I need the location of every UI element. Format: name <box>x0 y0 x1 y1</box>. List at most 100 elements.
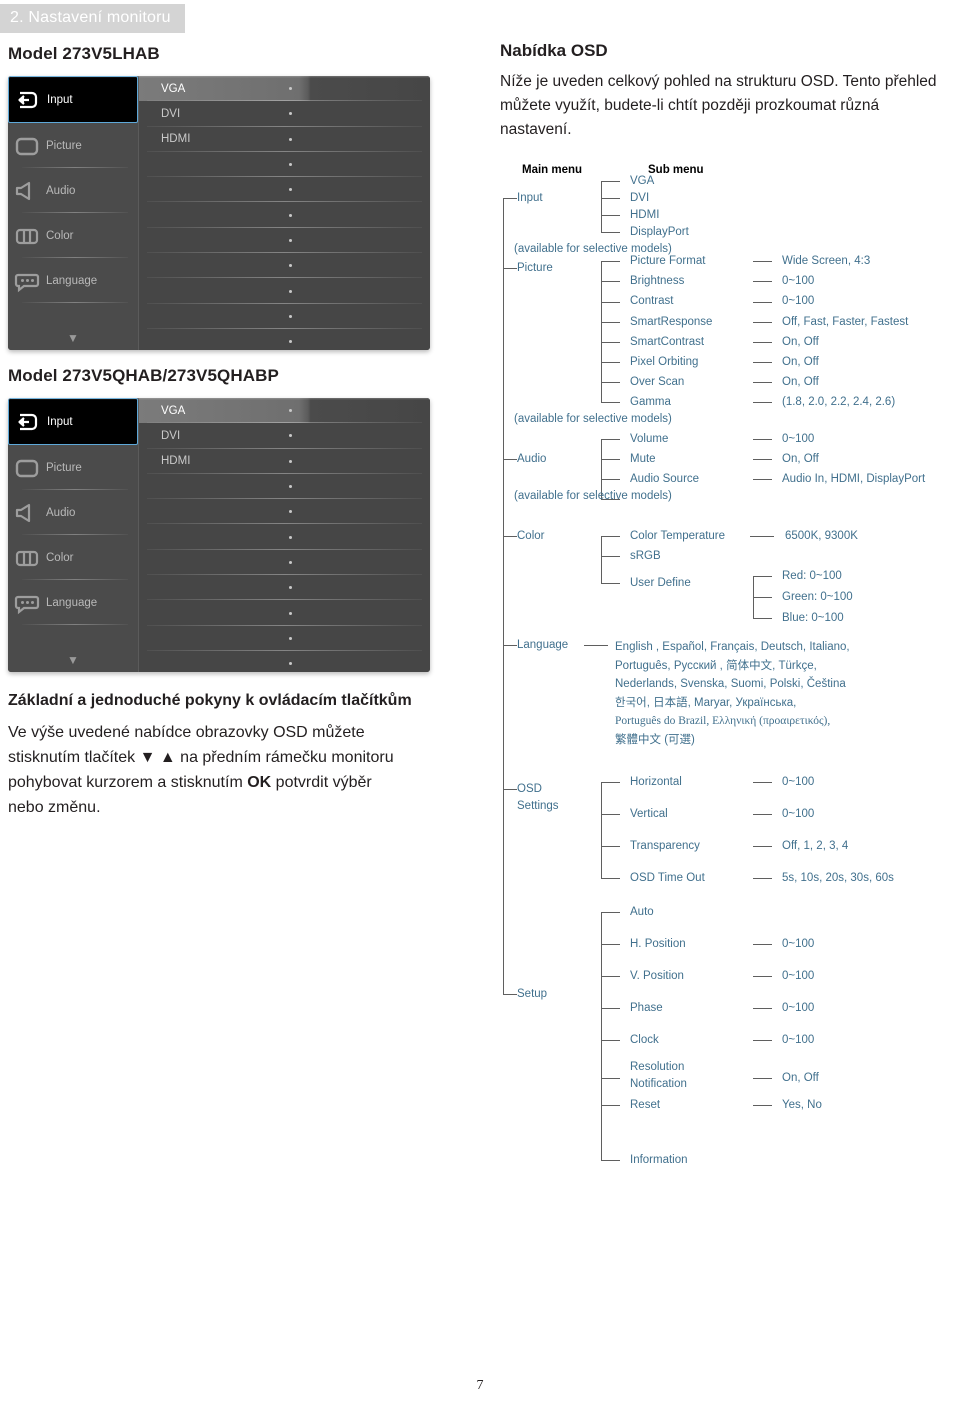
option-row[interactable] <box>139 651 430 672</box>
tree-leaf-dvi: DVI <box>630 192 650 204</box>
tree-connector <box>753 322 772 323</box>
option-dot <box>289 264 292 268</box>
osd-panel-model-1: Input Picture Audio Color Language ▼ VGA… <box>8 76 430 350</box>
tree-value-red: Red: 0~100 <box>782 570 842 582</box>
option-row[interactable] <box>139 575 430 601</box>
picture-frame-icon <box>12 453 42 483</box>
sidebar-item-color[interactable]: Color <box>8 535 138 580</box>
sidebar-item-label: Picture <box>46 461 82 474</box>
option-label: DVI <box>161 107 181 120</box>
scroll-down-arrow[interactable]: ▼ <box>8 332 138 344</box>
option-row[interactable]: VGA <box>139 398 430 424</box>
option-row[interactable] <box>139 600 430 626</box>
option-row[interactable] <box>139 228 430 254</box>
option-row[interactable] <box>139 524 430 550</box>
color-bars-icon <box>12 221 42 251</box>
scroll-down-arrow[interactable]: ▼ <box>8 654 138 666</box>
tree-value-resolution-notification: On, Off <box>782 1072 819 1084</box>
tree-connector <box>753 281 772 282</box>
language-line: English , Español, Français, Deutsch, It… <box>615 641 850 653</box>
option-row[interactable] <box>139 152 430 178</box>
ok-key-label: OK <box>247 774 272 791</box>
osd-options-column-2: VGA DVI HDMI <box>139 398 430 672</box>
sidebar-item-color[interactable]: Color <box>8 213 138 258</box>
option-row[interactable]: DVI <box>139 101 430 127</box>
tree-language-list: English , Español, Français, Deutsch, It… <box>615 638 850 749</box>
instructions-title: Základní a jednoduché pokyny k ovládacím… <box>8 692 412 709</box>
tree-leaf-reset: Reset <box>630 1099 661 1111</box>
tree-connector <box>601 281 620 282</box>
option-row[interactable] <box>139 329 430 350</box>
tree-node-color: Color <box>517 530 545 542</box>
tree-connector <box>601 261 620 262</box>
tree-branch <box>601 912 602 1160</box>
tree-connector <box>584 645 608 646</box>
sidebar-item-input[interactable]: Input <box>8 398 138 445</box>
sidebar-item-language[interactable]: Language <box>8 580 138 625</box>
tree-leaf-mute: Mute <box>630 453 656 465</box>
column-header-sub-menu: Sub menu <box>648 164 704 176</box>
option-row[interactable] <box>139 626 430 651</box>
option-row[interactable]: HDMI <box>139 127 430 152</box>
tree-value-v-position: 0~100 <box>782 970 815 982</box>
option-row[interactable] <box>139 474 430 500</box>
divider <box>22 624 128 625</box>
option-row[interactable] <box>139 304 430 329</box>
option-row[interactable] <box>139 202 430 228</box>
speaker-icon <box>12 498 42 528</box>
option-row[interactable] <box>139 253 430 279</box>
tree-leaf-v-position: V. Position <box>630 970 684 982</box>
speaker-icon <box>12 176 42 206</box>
option-dot <box>289 188 292 192</box>
option-dot <box>289 611 292 615</box>
option-dot <box>289 163 292 167</box>
tree-value-osd-time-out: 5s, 10s, 20s, 30s, 60s <box>782 872 894 884</box>
tree-leaf-displayport: DisplayPort <box>630 226 689 238</box>
tree-connector <box>601 976 620 977</box>
input-arrow-icon <box>13 85 43 115</box>
tree-leaf-smartcontrast: SmartContrast <box>630 336 705 348</box>
language-line: 繁體中文 (可選) <box>615 733 695 746</box>
tree-value-green: Green: 0~100 <box>782 591 853 603</box>
tree-leaf-volume: Volume <box>630 433 669 445</box>
option-row[interactable] <box>139 278 430 304</box>
option-dot <box>289 636 292 640</box>
tree-connector <box>601 342 620 343</box>
tree-connector <box>753 782 772 783</box>
tree-leaf-information: Information <box>630 1154 688 1166</box>
sidebar-item-audio[interactable]: Audio <box>8 168 138 213</box>
sidebar-item-label: Input <box>47 415 73 428</box>
option-label: HDMI <box>161 133 191 146</box>
tree-connector <box>601 479 620 480</box>
page-number: 7 <box>476 1378 484 1393</box>
tree-leaf-srgb: sRGB <box>630 550 661 562</box>
tree-branch <box>601 382 602 403</box>
tree-leaf-audio-source: Audio Source <box>630 473 700 485</box>
option-dot <box>289 459 292 463</box>
option-row[interactable] <box>139 499 430 525</box>
sidebar-item-picture[interactable]: Picture <box>8 445 138 490</box>
sidebar-item-language[interactable]: Language <box>8 258 138 303</box>
left-column: Model 273V5LHAB Input Picture Audio Colo… <box>8 42 440 820</box>
option-row[interactable]: DVI <box>139 423 430 449</box>
tree-connector <box>601 198 620 199</box>
tree-connector <box>601 944 620 945</box>
tree-connector <box>601 322 620 323</box>
option-row[interactable]: VGA <box>139 76 430 102</box>
tree-value-vertical: 0~100 <box>782 808 815 820</box>
option-row[interactable] <box>139 177 430 203</box>
tree-connector <box>503 459 517 460</box>
option-dot <box>289 560 292 564</box>
column-header-main-menu: Main menu <box>522 164 583 176</box>
sidebar-item-input[interactable]: Input <box>8 76 138 123</box>
tree-connector <box>753 576 772 577</box>
sidebar-item-audio[interactable]: Audio <box>8 490 138 535</box>
option-row[interactable] <box>139 550 430 576</box>
tree-leaf-user-define: User Define <box>630 577 691 589</box>
option-row[interactable]: HDMI <box>139 449 430 474</box>
tree-connector <box>601 556 620 557</box>
sidebar-item-picture[interactable]: Picture <box>8 123 138 168</box>
tree-connector <box>601 232 620 233</box>
tree-connector <box>753 814 772 815</box>
picture-frame-icon <box>12 131 42 161</box>
